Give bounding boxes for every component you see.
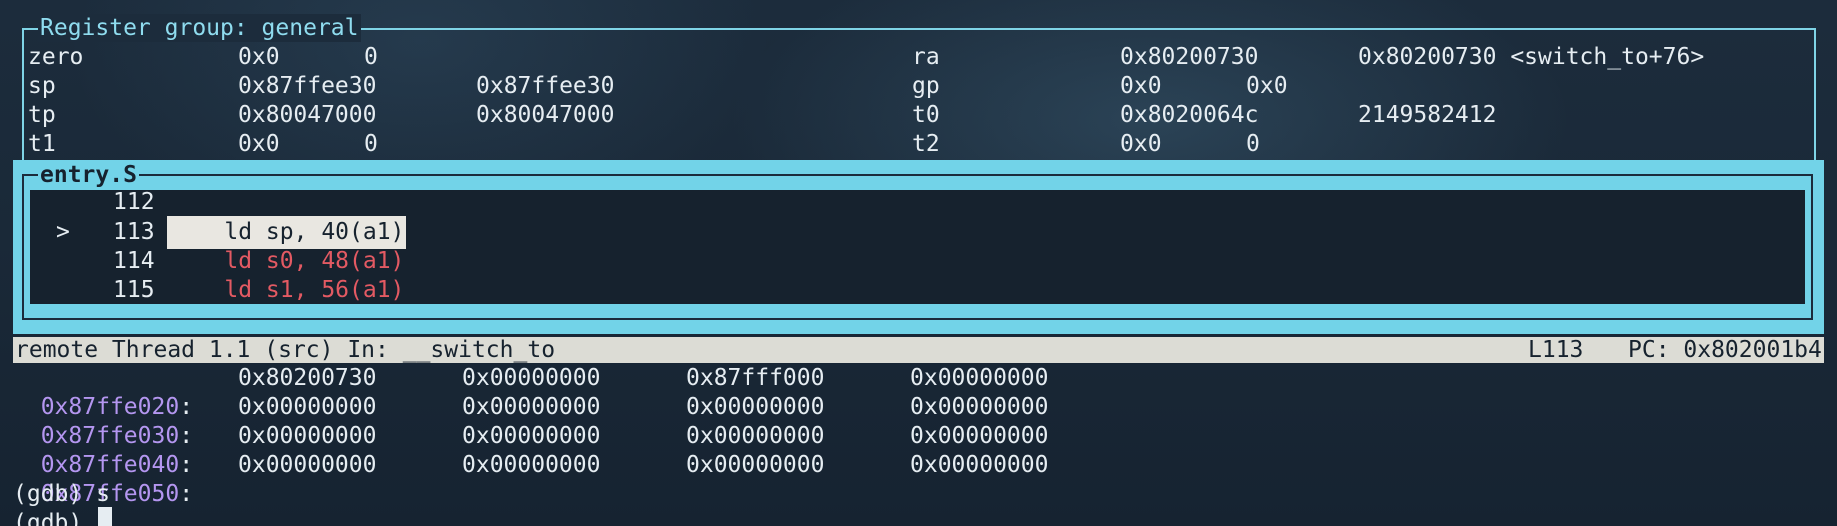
source-line-code[interactable]: ld s1, 56(a1) xyxy=(169,276,404,305)
register-name: gp xyxy=(912,73,940,99)
memory-value: 0x00000000 xyxy=(238,394,377,420)
register-hex: 0x80047000 xyxy=(238,102,377,128)
register-natural: 2149582412 xyxy=(1358,102,1497,128)
memory-value: 0x00000000 xyxy=(686,452,825,478)
source-line-code[interactable]: ld s0, 48(a1) xyxy=(169,247,404,276)
register-hex: 0x8020064c xyxy=(1120,102,1259,128)
register-name: t2 xyxy=(912,131,940,157)
register-name: tp xyxy=(28,102,56,128)
memory-row: 0x87ffe050: xyxy=(40,481,194,507)
register-hex: 0x0 xyxy=(238,131,280,157)
memory-value: 0x00000000 xyxy=(238,452,377,478)
source-line-number: 115 xyxy=(113,277,155,303)
register-natural: 0 xyxy=(1246,131,1260,157)
source-line-number: 112 xyxy=(113,189,155,215)
register-natural: 0 xyxy=(364,131,378,157)
status-line-number: L113 xyxy=(1528,337,1584,363)
register-name: ra xyxy=(912,44,940,70)
current-line-marker: > xyxy=(56,219,70,245)
register-hex: 0x80200730 xyxy=(1120,44,1259,70)
status-pc: PC: 0x802001b4 xyxy=(1628,337,1822,363)
memory-value: 0x00000000 xyxy=(238,423,377,449)
register-hex: 0x0 xyxy=(1120,73,1162,99)
source-window-title: entry.S xyxy=(38,161,139,189)
memory-value: 0x00000000 xyxy=(462,394,601,420)
status-bar: remote Thread 1.1 (src) In: __switch_to … xyxy=(13,337,1824,363)
status-thread-info: remote Thread 1.1 (src) In: __switch_to xyxy=(15,337,556,363)
memory-value: 0x00000000 xyxy=(462,423,601,449)
memory-row: 0x87ffe040: xyxy=(40,452,194,478)
console-prompt[interactable]: (gdb) xyxy=(13,509,96,526)
register-natural: 0x80200730 <switch_to+76> xyxy=(1358,44,1705,70)
register-natural: 0x0 xyxy=(1246,73,1288,99)
register-natural: 0 xyxy=(364,44,378,70)
memory-value: 0x87fff000 xyxy=(686,365,825,391)
source-line-number: 113 xyxy=(113,219,155,245)
memory-value: 0x80200730 xyxy=(238,365,377,391)
memory-value: 0x00000000 xyxy=(462,452,601,478)
register-hex: 0x87ffee30 xyxy=(238,73,377,99)
memory-value: 0x00000000 xyxy=(686,423,825,449)
memory-row: 0x87ffe030: xyxy=(40,423,194,449)
register-name: t0 xyxy=(912,102,940,128)
register-natural: 0x87ffee30 xyxy=(476,73,615,99)
source-line-current[interactable]: ld sp, 40(a1) xyxy=(166,216,407,249)
memory-value: 0x00000000 xyxy=(910,365,1049,391)
register-name: t1 xyxy=(28,131,56,157)
memory-value: 0x00000000 xyxy=(910,423,1049,449)
source-line-number: 114 xyxy=(113,248,155,274)
text-cursor xyxy=(98,507,112,526)
console-history-line: (gdb) s xyxy=(13,481,110,507)
register-name: sp xyxy=(28,73,56,99)
register-natural: 0x80047000 xyxy=(476,102,615,128)
memory-row: 0x87ffe020: xyxy=(40,394,194,420)
memory-value: 0x00000000 xyxy=(910,452,1049,478)
register-hex: 0x0 xyxy=(238,44,280,70)
register-hex: 0x0 xyxy=(1120,131,1162,157)
register-window-title: Register group: general xyxy=(38,14,361,42)
memory-value: 0x00000000 xyxy=(462,365,601,391)
memory-value: 0x00000000 xyxy=(910,394,1049,420)
register-name: zero xyxy=(28,44,84,70)
memory-value: 0x00000000 xyxy=(686,394,825,420)
